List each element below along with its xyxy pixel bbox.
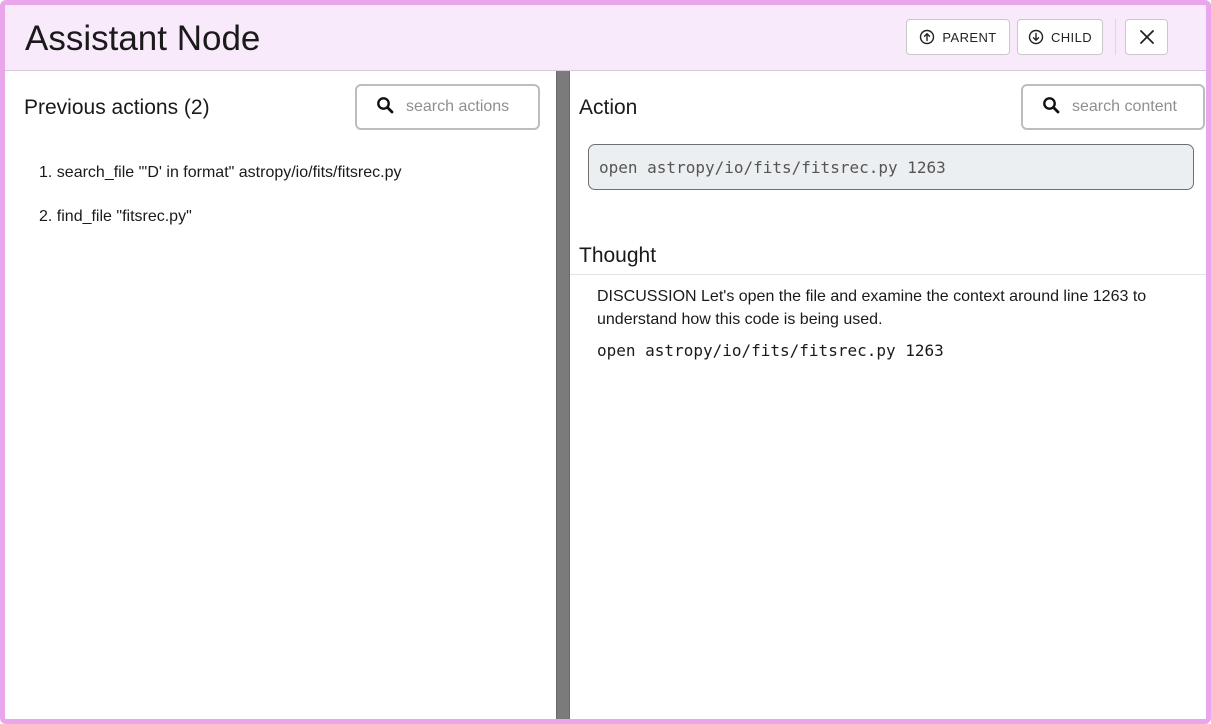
close-icon — [1139, 29, 1155, 45]
dialog-title: Assistant Node — [25, 19, 261, 58]
thought-line: understand how this code is being used. — [597, 311, 883, 328]
thought-code: open astropy/io/fits/fitsrec.py 1263 — [597, 341, 944, 360]
arrow-down-circle-icon — [1028, 29, 1044, 45]
parent-button-label: PARENT — [942, 29, 997, 45]
header-separator — [1115, 19, 1116, 55]
assistant-node-dialog: Assistant Node PARENT CHILD Previous act… — [0, 0, 1211, 724]
list-item[interactable]: 2. find_file "fitsrec.py" — [39, 207, 401, 227]
parent-button[interactable]: PARENT — [906, 19, 1010, 55]
thought-text: DISCUSSION Let's open the file and exami… — [597, 285, 1206, 331]
search-icon — [376, 96, 394, 119]
child-button[interactable]: CHILD — [1017, 19, 1103, 55]
action-code-block: open astropy/io/fits/fitsrec.py 1263 — [588, 144, 1194, 190]
thought-divider — [570, 274, 1206, 275]
search-actions-input[interactable]: search actions — [355, 84, 540, 130]
action-section-title: Action — [579, 96, 638, 119]
thought-line: DISCUSSION Let's open the file and exami… — [597, 288, 1147, 305]
child-button-label: CHILD — [1050, 29, 1092, 45]
previous-actions-list: 1. search_file "'D' in format" astropy/i… — [39, 163, 401, 251]
panel-resize-handle[interactable] — [556, 71, 570, 719]
dialog-header: Assistant Node PARENT CHILD — [5, 5, 1206, 71]
search-content-input[interactable]: search content — [1021, 84, 1205, 130]
list-item[interactable]: 1. search_file "'D' in format" astropy/i… — [39, 163, 401, 183]
search-actions-placeholder: search actions — [406, 98, 510, 115]
search-icon — [1042, 96, 1060, 119]
thought-section-title: Thought — [579, 244, 657, 267]
content-panel: Action search content open astropy/io/fi… — [570, 71, 1206, 719]
close-button[interactable] — [1125, 19, 1168, 55]
previous-actions-title: Previous actions (2) — [24, 96, 210, 119]
previous-actions-panel: Previous actions (2) search actions 1. s… — [5, 71, 556, 719]
search-content-placeholder: search content — [1072, 98, 1177, 115]
arrow-up-circle-icon — [919, 29, 935, 45]
